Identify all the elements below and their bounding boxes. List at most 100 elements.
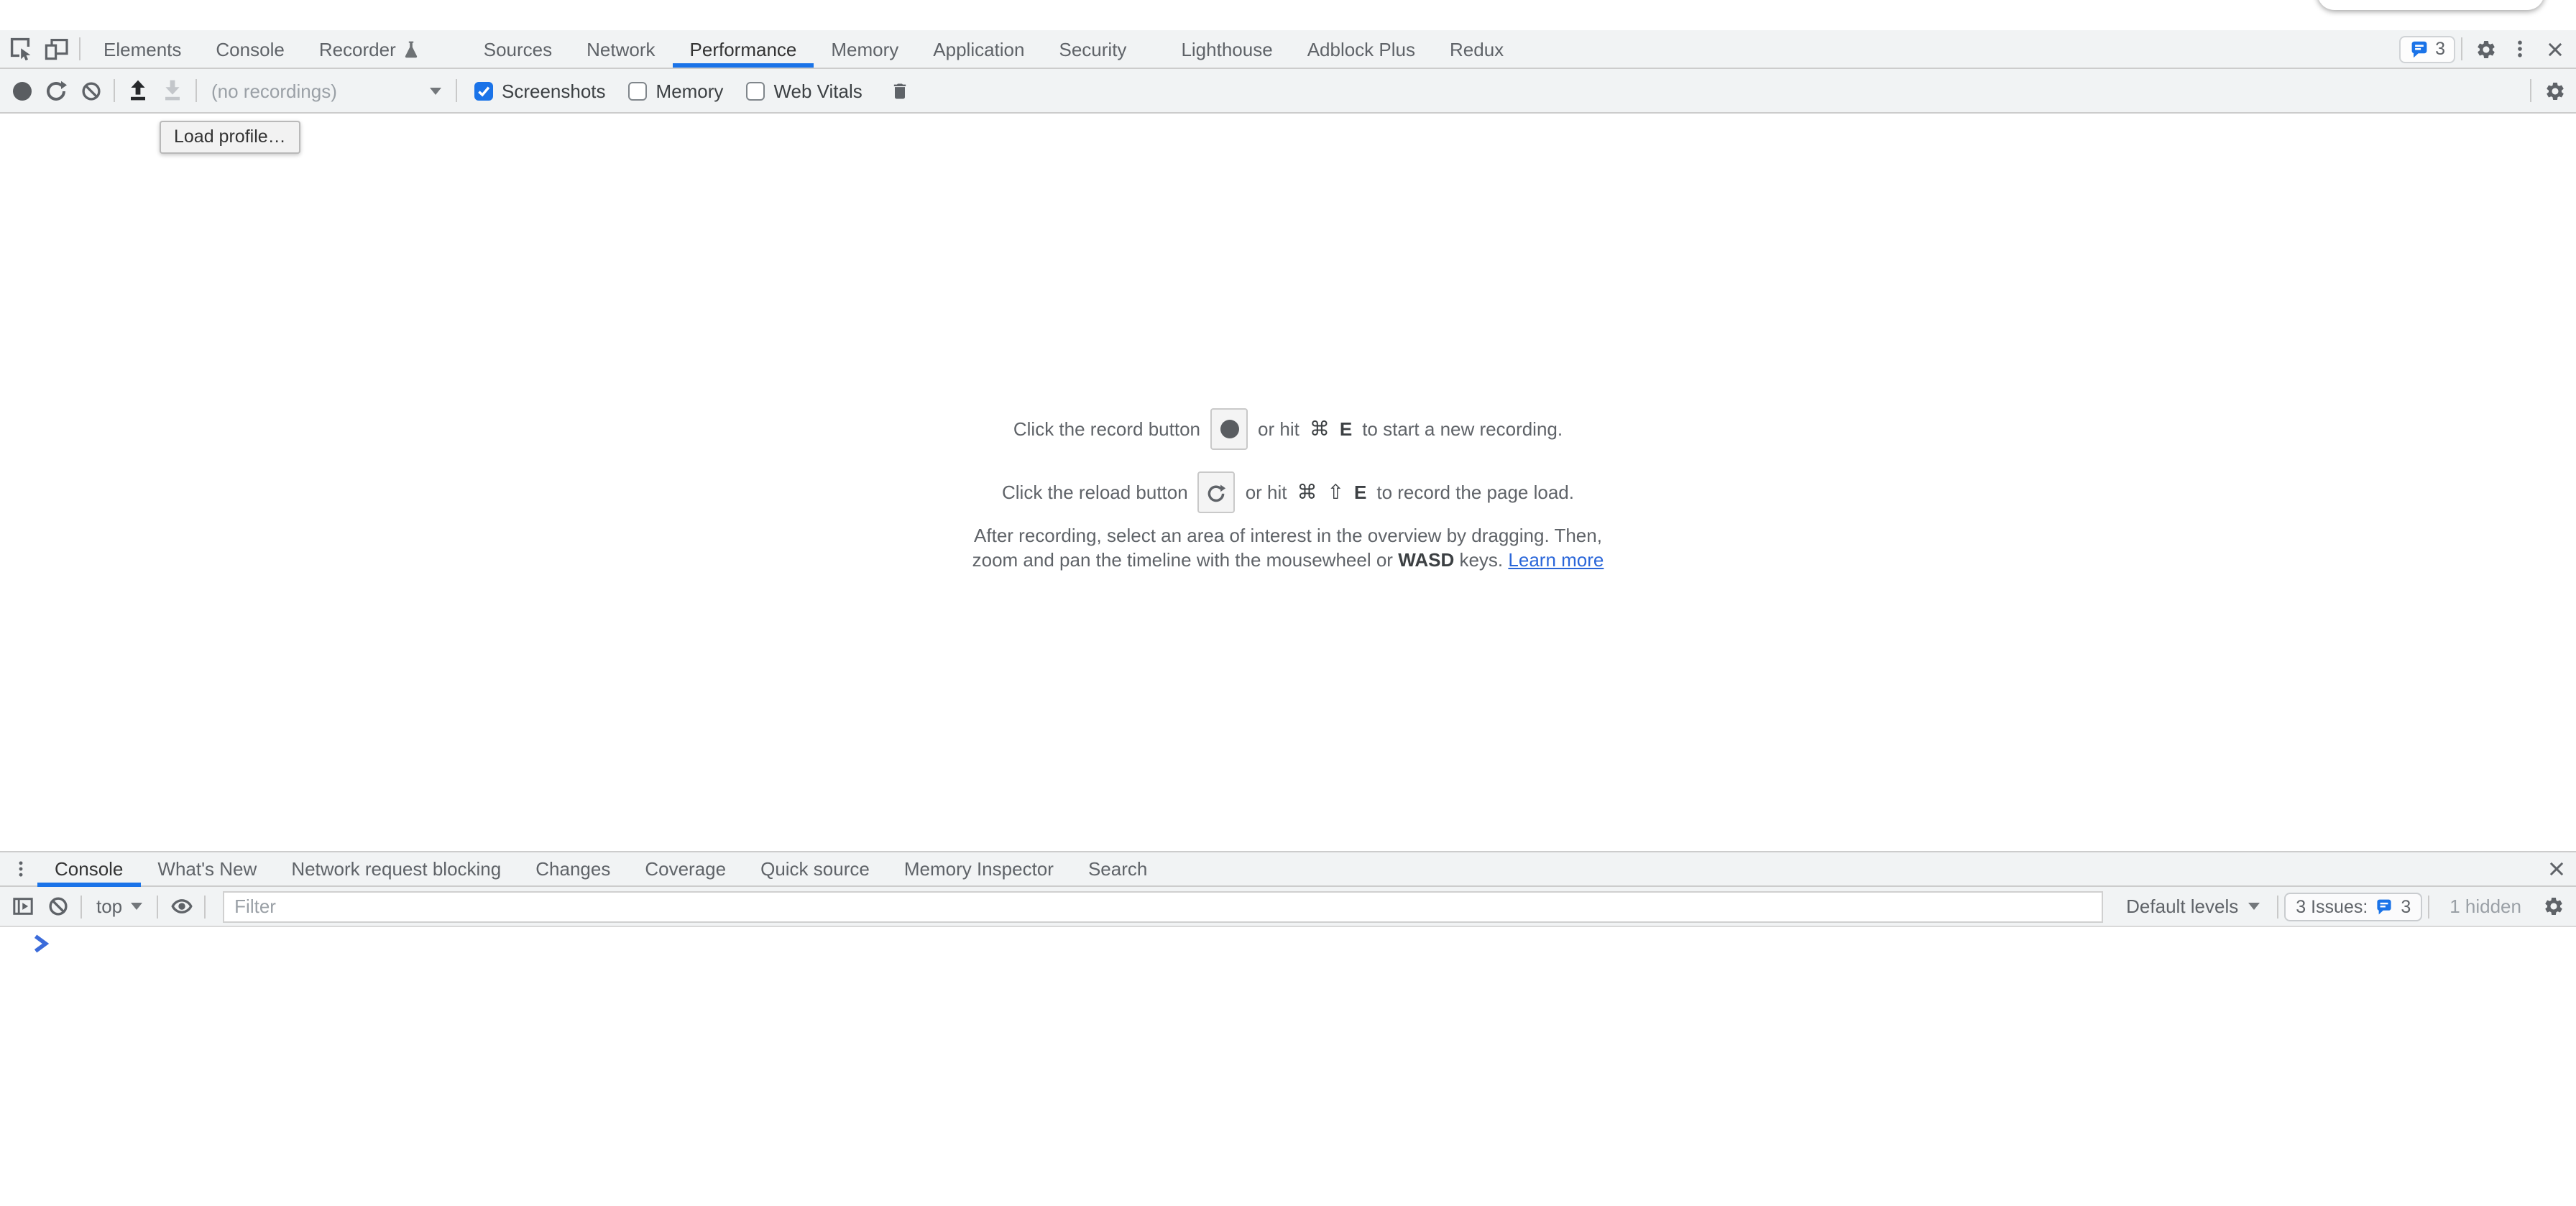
- usage-hint-text: After recording, select an area of inter…: [0, 525, 2576, 572]
- drawer-tab-console[interactable]: Console: [37, 852, 140, 885]
- tab-security[interactable]: Security: [1042, 30, 1144, 68]
- separator: [2428, 895, 2429, 918]
- block-icon: [47, 896, 68, 917]
- drawer-tab-changes[interactable]: Changes: [518, 852, 627, 885]
- kebab-menu-icon: [11, 858, 29, 880]
- reload-instruction-row: Click the reload button or hit ⌘ ⇧ E to …: [0, 471, 2576, 513]
- drawer-tab-search[interactable]: Search: [1071, 852, 1164, 885]
- performance-toolbar: (no recordings) Screenshots Memory Web V…: [0, 69, 2576, 114]
- dropdown-arrow-icon: [430, 87, 441, 94]
- tab-recorder[interactable]: Recorder: [302, 30, 438, 68]
- tab-performance[interactable]: Performance: [673, 30, 814, 68]
- record-button[interactable]: [4, 73, 39, 108]
- checkbox-checked-icon: [474, 81, 493, 100]
- separator: [204, 895, 206, 918]
- load-profile-tooltip: Load profile…: [160, 121, 300, 154]
- console-sidebar-icon: [12, 896, 34, 917]
- recordings-select[interactable]: (no recordings): [203, 80, 450, 101]
- reload-button-illustration: [1198, 471, 1236, 513]
- capture-settings-button[interactable]: [2537, 73, 2572, 108]
- console-prompt-chevron-icon: [32, 934, 50, 953]
- checkbox-unchecked-icon: [746, 81, 765, 100]
- drawer-tab-network-request-blocking[interactable]: Network request blocking: [274, 852, 518, 885]
- drawer-tab-coverage[interactable]: Coverage: [627, 852, 743, 885]
- save-profile-button[interactable]: [155, 73, 190, 108]
- log-levels-select[interactable]: Default levels: [2115, 896, 2271, 917]
- drawer-tab-quick-source[interactable]: Quick source: [743, 852, 887, 885]
- issues-counter-button[interactable]: 3 Issues: 3: [2284, 892, 2422, 921]
- reload-icon: [1207, 482, 1227, 502]
- device-toolbar-button[interactable]: [39, 32, 73, 66]
- inspect-cursor-icon: [10, 37, 33, 60]
- issues-bubble-icon: [2375, 898, 2393, 915]
- tab-memory[interactable]: Memory: [814, 30, 916, 68]
- devtools-window: Elements Console Recorder Sources Networ…: [0, 0, 2576, 1206]
- settings-button[interactable]: [2468, 32, 2503, 66]
- separator: [196, 79, 197, 102]
- tab-elements[interactable]: Elements: [86, 30, 198, 68]
- console-filter-input[interactable]: [223, 890, 2103, 922]
- drawer-tab-bar: Console What's New Network request block…: [0, 851, 2576, 887]
- tab-lighthouse[interactable]: Lighthouse: [1164, 30, 1289, 68]
- separator: [2530, 79, 2531, 102]
- hint-line-1: After recording, select an area of inter…: [0, 525, 2576, 548]
- tab-network[interactable]: Network: [569, 30, 672, 68]
- learn-more-link[interactable]: Learn more: [1508, 548, 1604, 570]
- more-options-button[interactable]: [2503, 32, 2537, 66]
- checkbox-unchecked-icon: [629, 81, 648, 100]
- memory-checkbox[interactable]: Memory: [629, 80, 724, 101]
- record-icon: [1220, 420, 1238, 438]
- browser-ui-fragment: [2317, 0, 2544, 10]
- drawer-tab-whats-new[interactable]: What's New: [140, 852, 274, 885]
- dropdown-arrow-icon: [131, 903, 142, 910]
- hidden-messages-label: 1 hidden: [2450, 896, 2521, 917]
- console-settings-button[interactable]: [2536, 889, 2570, 924]
- drawer-tab-memory-inspector[interactable]: Memory Inspector: [887, 852, 1071, 885]
- separator: [2277, 895, 2278, 918]
- tab-adblock-plus[interactable]: Adblock Plus: [1290, 30, 1432, 68]
- live-expression-button[interactable]: [164, 889, 198, 924]
- eye-icon: [169, 896, 193, 917]
- device-toolbar-icon: [44, 37, 68, 60]
- web-vitals-checkbox[interactable]: Web Vitals: [746, 80, 862, 101]
- block-icon: [80, 80, 101, 101]
- experiment-flask-icon: [403, 40, 420, 58]
- close-icon: [2545, 40, 2564, 58]
- drawer-more-tabs-button[interactable]: [3, 852, 37, 886]
- console-prompt[interactable]: [32, 934, 50, 953]
- dropdown-arrow-icon: [2248, 903, 2260, 910]
- load-profile-button[interactable]: [121, 73, 155, 108]
- tab-sources[interactable]: Sources: [466, 30, 569, 68]
- gc-trash-button[interactable]: [883, 73, 917, 108]
- trash-icon: [890, 80, 910, 101]
- separator: [79, 37, 80, 60]
- tab-application[interactable]: Application: [916, 30, 1041, 68]
- issues-counter-button[interactable]: 3: [2399, 35, 2455, 63]
- devtools-tab-bar: Elements Console Recorder Sources Networ…: [0, 30, 2576, 69]
- inspect-element-button[interactable]: [4, 32, 39, 66]
- console-messages-area[interactable]: [0, 927, 2576, 1205]
- separator: [114, 79, 115, 102]
- tab-redux[interactable]: Redux: [1432, 30, 1521, 68]
- clear-button[interactable]: [73, 73, 108, 108]
- performance-panel-empty-state: Click the record button or hit ⌘ E to st…: [0, 114, 2576, 851]
- top-strip: [0, 0, 2576, 30]
- download-icon: [161, 79, 184, 102]
- screenshots-checkbox[interactable]: Screenshots: [474, 80, 606, 101]
- close-devtools-button[interactable]: [2537, 32, 2572, 66]
- separator: [80, 895, 82, 918]
- separator: [456, 79, 457, 102]
- close-drawer-button[interactable]: [2539, 852, 2573, 886]
- shift-key-glyph: ⇧: [1328, 481, 1344, 504]
- gear-icon: [2544, 80, 2565, 101]
- gear-icon: [2542, 896, 2564, 917]
- issues-bubble-icon: [2409, 40, 2429, 58]
- execution-context-select[interactable]: top: [88, 896, 151, 917]
- close-icon: [2547, 860, 2565, 878]
- show-console-sidebar-button[interactable]: [6, 889, 40, 924]
- record-and-reload-button[interactable]: [39, 73, 73, 108]
- tab-console[interactable]: Console: [198, 30, 301, 68]
- gear-icon: [2475, 38, 2496, 60]
- upload-icon: [126, 79, 150, 102]
- clear-console-button[interactable]: [40, 889, 75, 924]
